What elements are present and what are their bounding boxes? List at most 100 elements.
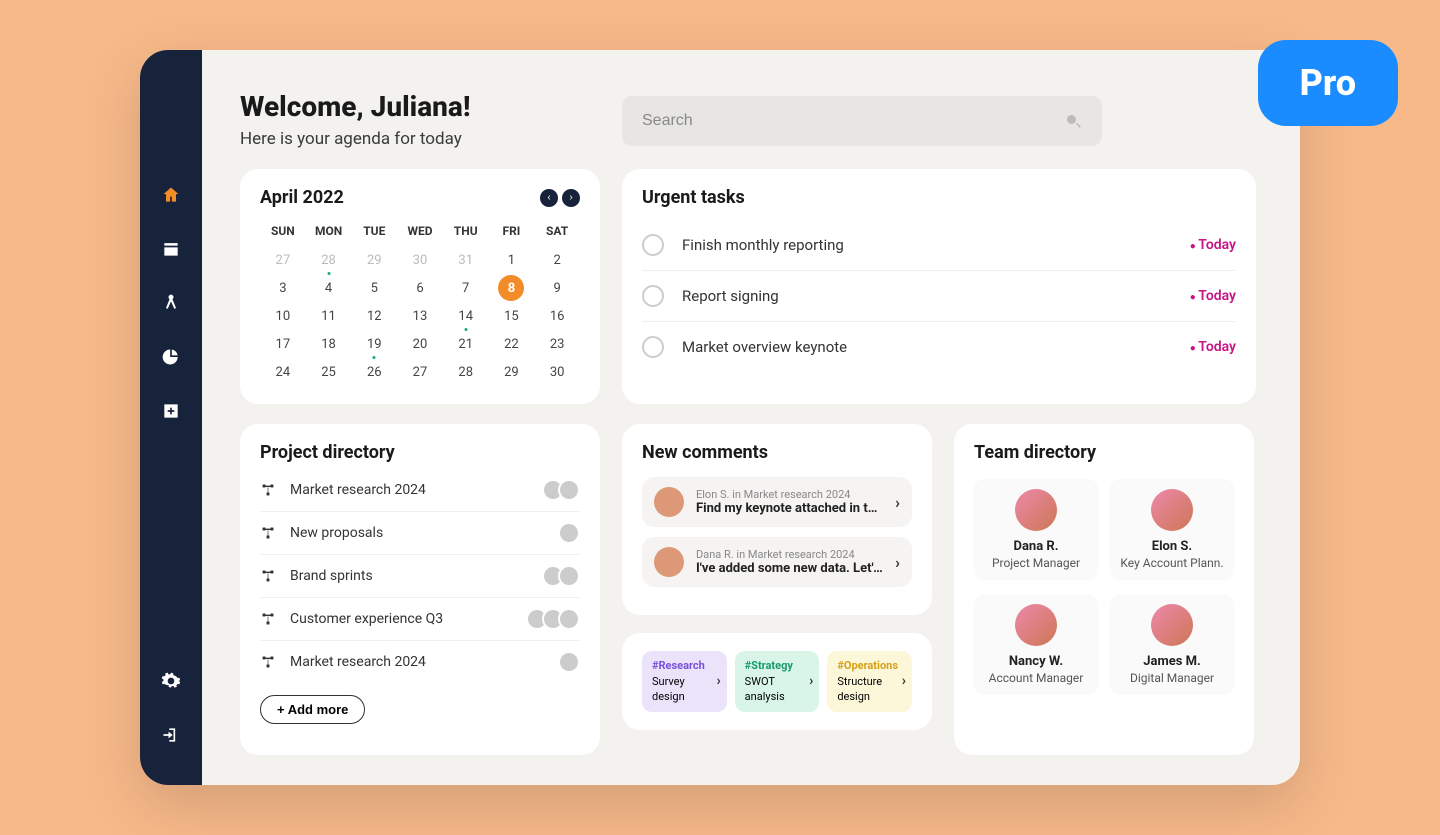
calendar-day[interactable]: 8 bbox=[489, 274, 535, 302]
calendar-day[interactable]: 22 bbox=[489, 330, 535, 358]
nav-reports[interactable] bbox=[161, 347, 181, 367]
chevron-right-icon: › bbox=[895, 493, 900, 512]
nav-add[interactable] bbox=[161, 401, 181, 421]
calendar-day[interactable]: 5 bbox=[351, 274, 397, 302]
calendar-next-button[interactable]: › bbox=[562, 189, 580, 207]
tag-card[interactable]: #ResearchSurvey design› bbox=[642, 651, 727, 712]
project-name: Market research 2024 bbox=[290, 654, 426, 670]
nav-logout[interactable] bbox=[161, 725, 181, 745]
calendar-day[interactable]: 3 bbox=[260, 274, 306, 302]
tag-hash: #Strategy bbox=[745, 659, 809, 673]
calendar-day[interactable]: 30 bbox=[397, 246, 443, 274]
calendar-card: April 2022 ‹ › SUNMONTUEWEDTHUFRISAT2728… bbox=[240, 169, 600, 404]
task-checkbox[interactable] bbox=[642, 285, 664, 307]
team-member[interactable]: Dana R.Project Manager bbox=[974, 479, 1098, 580]
tag-hash: #Research bbox=[652, 659, 716, 673]
calendar-prev-button[interactable]: ‹ bbox=[540, 189, 558, 207]
calendar-icon bbox=[161, 239, 181, 259]
page-title: Welcome, Juliana! bbox=[240, 90, 600, 123]
comment-meta: Dana R. in Market research 2024 bbox=[696, 548, 883, 561]
member-role: Account Manager bbox=[980, 671, 1092, 685]
add-more-button[interactable]: + Add more bbox=[260, 695, 365, 724]
calendar-day[interactable]: 7 bbox=[443, 274, 489, 302]
calendar-day[interactable]: 6 bbox=[397, 274, 443, 302]
chevron-right-icon: › bbox=[809, 673, 813, 689]
calendar-dow: SUN bbox=[260, 218, 306, 246]
project-row[interactable]: New proposals bbox=[260, 511, 580, 554]
calendar-day[interactable]: 12 bbox=[351, 302, 397, 330]
app-frame: Welcome, Juliana! Here is your agenda fo… bbox=[140, 50, 1300, 785]
tag-hash: #Operations bbox=[837, 659, 901, 673]
calendar-day[interactable]: 4 bbox=[306, 274, 352, 302]
calendar-day[interactable]: 20 bbox=[397, 330, 443, 358]
member-name: Nancy W. bbox=[980, 654, 1092, 669]
calendar-day[interactable]: 11 bbox=[306, 302, 352, 330]
home-icon bbox=[161, 185, 181, 205]
member-role: Key Account Plann. bbox=[1116, 556, 1228, 570]
calendar-day[interactable]: 26 bbox=[351, 358, 397, 386]
task-name: Report signing bbox=[682, 287, 779, 305]
calendar-day[interactable]: 28 bbox=[443, 358, 489, 386]
member-role: Digital Manager bbox=[1116, 671, 1228, 685]
comment-meta: Elon S. in Market research 2024 bbox=[696, 488, 883, 501]
calendar-day[interactable]: 2 bbox=[534, 246, 580, 274]
task-row: Market overview keynoteToday bbox=[642, 321, 1236, 372]
search-bar[interactable] bbox=[622, 96, 1102, 146]
calendar-day[interactable]: 28 bbox=[306, 246, 352, 274]
tag-card[interactable]: #StrategySWOT analysis› bbox=[735, 651, 820, 712]
task-due: Today bbox=[1190, 288, 1236, 304]
team-member[interactable]: Nancy W. Account Manager bbox=[974, 594, 1098, 695]
calendar-day[interactable]: 31 bbox=[443, 246, 489, 274]
comment-row[interactable]: Elon S. in Market research 2024Find my k… bbox=[642, 477, 912, 527]
project-row[interactable]: Market research 2024 bbox=[260, 640, 580, 683]
task-checkbox[interactable] bbox=[642, 336, 664, 358]
comment-row[interactable]: Dana R. in Market research 2024I've adde… bbox=[642, 537, 912, 587]
calendar-day[interactable]: 29 bbox=[351, 246, 397, 274]
project-row[interactable]: Market research 2024 bbox=[260, 475, 580, 511]
calendar-day[interactable]: 9 bbox=[534, 274, 580, 302]
calendar-day[interactable]: 27 bbox=[260, 246, 306, 274]
search-input[interactable] bbox=[642, 112, 1064, 130]
tag-card[interactable]: #OperationsStructure design› bbox=[827, 651, 912, 712]
calendar-day[interactable]: 17 bbox=[260, 330, 306, 358]
project-name: Brand sprints bbox=[290, 568, 373, 584]
project-row[interactable]: Customer experience Q3 bbox=[260, 597, 580, 640]
urgent-tasks-card: Urgent tasks Finish monthly reportingTod… bbox=[622, 169, 1256, 404]
avatar bbox=[1015, 489, 1057, 531]
calendar-day[interactable]: 25 bbox=[306, 358, 352, 386]
calendar-day[interactable]: 15 bbox=[489, 302, 535, 330]
team-member[interactable]: Elon S.Key Account Plann. bbox=[1110, 479, 1234, 580]
calendar-day[interactable]: 18 bbox=[306, 330, 352, 358]
calendar-day[interactable]: 16 bbox=[534, 302, 580, 330]
nav-compass[interactable] bbox=[161, 293, 181, 313]
sidebar bbox=[140, 50, 202, 785]
calendar-day[interactable]: 13 bbox=[397, 302, 443, 330]
calendar-day[interactable]: 14 bbox=[443, 302, 489, 330]
comments-card: New comments Elon S. in Market research … bbox=[622, 424, 932, 615]
calendar-day[interactable]: 30 bbox=[534, 358, 580, 386]
calendar-day[interactable]: 1 bbox=[489, 246, 535, 274]
calendar-day[interactable]: 19 bbox=[351, 330, 397, 358]
task-name: Market overview keynote bbox=[682, 338, 847, 356]
pie-chart-icon bbox=[161, 347, 181, 367]
task-row: Report signing Today bbox=[642, 270, 1236, 321]
team-member[interactable]: James M.Digital Manager bbox=[1110, 594, 1234, 695]
task-checkbox[interactable] bbox=[642, 234, 664, 256]
project-icon bbox=[260, 525, 276, 541]
calendar-grid: SUNMONTUEWEDTHUFRISAT2728293031123456789… bbox=[260, 218, 580, 386]
calendar-day[interactable]: 24 bbox=[260, 358, 306, 386]
nav-settings[interactable] bbox=[161, 671, 181, 691]
nav-calendar[interactable] bbox=[161, 239, 181, 259]
avatar bbox=[654, 547, 684, 577]
nav-home[interactable] bbox=[161, 185, 181, 205]
calendar-day[interactable]: 23 bbox=[534, 330, 580, 358]
logout-icon bbox=[161, 725, 181, 745]
pro-badge: Pro bbox=[1258, 40, 1398, 126]
project-row[interactable]: Brand sprints bbox=[260, 554, 580, 597]
calendar-day[interactable]: 10 bbox=[260, 302, 306, 330]
calendar-day[interactable]: 29 bbox=[489, 358, 535, 386]
calendar-day[interactable]: 21 bbox=[443, 330, 489, 358]
calendar-day[interactable]: 27 bbox=[397, 358, 443, 386]
tag-label: Structure design bbox=[837, 675, 882, 702]
task-row: Finish monthly reportingToday bbox=[642, 220, 1236, 270]
